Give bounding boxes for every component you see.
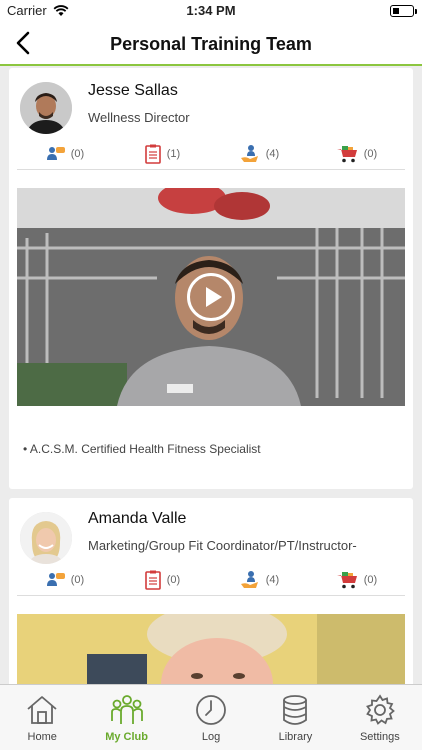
sessions-stat[interactable]: (4)	[211, 564, 308, 595]
clock-icon	[196, 695, 226, 725]
sessions-count: (4)	[265, 573, 280, 586]
trainer-title: Wellness Director	[88, 110, 190, 125]
certification-item: • A.C.S.M. Certified Health Fitness Spec…	[23, 442, 261, 456]
tab-log[interactable]: Log	[169, 685, 253, 750]
clipboard-icon	[144, 144, 161, 164]
page-title: Personal Training Team	[110, 34, 312, 54]
tab-settings[interactable]: Settings	[338, 685, 422, 750]
plans-count: (1)	[166, 147, 181, 160]
trainer-stats: (0) (0) (4) (0)	[17, 564, 405, 596]
cart-icon	[336, 145, 357, 162]
messages-stat[interactable]: (0)	[17, 564, 114, 595]
plans-stat[interactable]: (1)	[114, 138, 211, 169]
trainer-stats: (0) (1) (4) (0)	[17, 138, 405, 170]
trainer-name: Amanda Valle	[88, 510, 187, 527]
trainer-session-icon	[240, 144, 258, 162]
tab-library-label: Library	[278, 731, 313, 743]
play-button[interactable]	[187, 273, 235, 321]
database-icon	[283, 695, 308, 725]
trainer-list[interactable]: Jesse Sallas Wellness Director (0) (1) (…	[0, 68, 422, 684]
trainer-card[interactable]: Amanda Valle Marketing/Group Fit Coordin…	[9, 498, 413, 684]
tab-my-club[interactable]: My Club	[84, 685, 168, 750]
messages-count: (0)	[70, 147, 85, 160]
trainer-video[interactable]	[17, 614, 405, 684]
tab-bar: Home My Club Log Library Settings	[0, 684, 422, 750]
tab-home[interactable]: Home	[0, 685, 84, 750]
navigation-bar: Personal Training Team	[0, 22, 422, 66]
avatar[interactable]	[20, 82, 72, 134]
store-stat[interactable]: (0)	[308, 138, 405, 169]
cart-icon	[336, 571, 357, 588]
clock-time: 1:34 PM	[186, 3, 236, 18]
trainer-card[interactable]: Jesse Sallas Wellness Director (0) (1) (…	[9, 68, 413, 489]
certification-text: A.C.S.M. Certified Health Fitness Specia…	[29, 442, 261, 456]
trainer-title: Marketing/Group Fit Coordinator/PT/Instr…	[88, 538, 357, 553]
gear-icon	[365, 694, 395, 725]
plans-count: (0)	[166, 573, 181, 586]
battery-icon	[390, 5, 417, 17]
status-bar: Carrier 1:34 PM	[0, 0, 422, 22]
chat-icon	[46, 572, 65, 586]
trainer-session-icon	[240, 570, 258, 588]
tab-home-label: Home	[27, 731, 57, 743]
trainer-name: Jesse Sallas	[88, 82, 178, 99]
store-count: (0)	[363, 147, 378, 160]
my-club-icon	[110, 695, 143, 724]
messages-count: (0)	[70, 573, 85, 586]
home-icon	[27, 696, 57, 724]
messages-stat[interactable]: (0)	[17, 138, 114, 169]
store-count: (0)	[363, 573, 378, 586]
tab-settings-label: Settings	[359, 731, 400, 743]
chat-icon	[46, 146, 65, 160]
avatar[interactable]	[20, 512, 72, 564]
bullet-icon: •	[23, 442, 30, 456]
tab-log-label: Log	[201, 731, 221, 743]
plans-stat[interactable]: (0)	[114, 564, 211, 595]
sessions-count: (4)	[265, 147, 280, 160]
store-stat[interactable]: (0)	[308, 564, 405, 595]
trainer-video[interactable]	[17, 188, 405, 406]
tab-my-club-label: My Club	[105, 731, 148, 743]
sessions-stat[interactable]: (4)	[211, 138, 308, 169]
tab-library[interactable]: Library	[253, 685, 337, 750]
clipboard-icon	[144, 570, 161, 590]
